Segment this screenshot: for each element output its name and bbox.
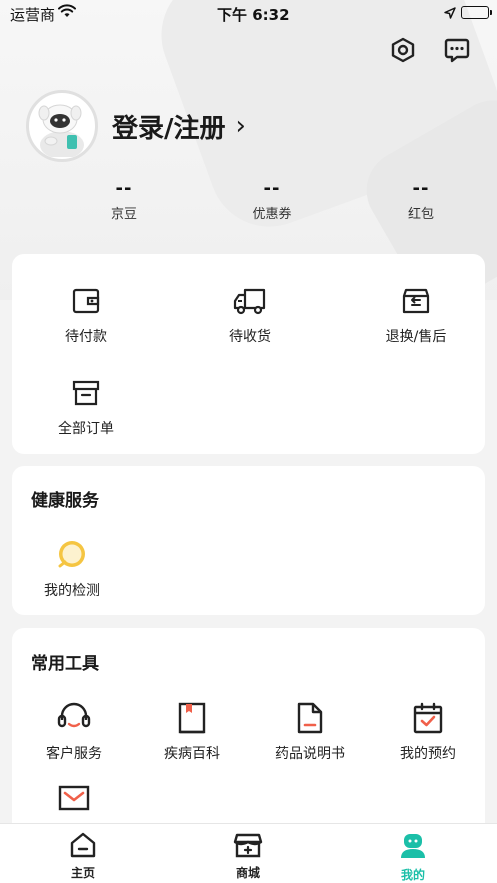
stat-value: --: [263, 178, 281, 199]
order-label: 全部订单: [58, 421, 114, 437]
tab-label: 我的: [400, 868, 425, 882]
tool-disease-encyclopedia[interactable]: 疾病百科: [133, 701, 251, 763]
wifi-icon: [58, 4, 76, 22]
health-item-my-test[interactable]: 我的检测: [13, 538, 131, 600]
tab-shop[interactable]: 商城: [208, 832, 288, 881]
tab-bar: 主页 商城 我的: [0, 823, 497, 883]
truck-icon: [191, 284, 309, 318]
battery-icon: [461, 6, 492, 19]
login-label: 登录/注册: [112, 113, 226, 144]
order-label: 退换/售后: [385, 329, 447, 345]
tools-title: 常用工具: [31, 654, 99, 674]
order-all[interactable]: 全部订单: [27, 376, 145, 438]
stat-redpacket[interactable]: -- 红包: [389, 178, 453, 222]
message-icon[interactable]: [443, 36, 471, 64]
tab-label: 主页: [70, 866, 95, 880]
calendar-check-icon: [369, 701, 487, 735]
tab-mine[interactable]: 我的: [373, 832, 453, 883]
stat-value: --: [412, 178, 430, 199]
order-pending-receipt[interactable]: 待收货: [191, 284, 309, 346]
headset-icon: [15, 701, 133, 735]
order-label: 待收货: [229, 329, 271, 345]
tool-label: 药品说明书: [275, 746, 345, 762]
order-returns[interactable]: 退换/售后: [357, 284, 475, 346]
profile-robot-icon: [401, 834, 425, 858]
tools-card: 常用工具 客户服务 疾病百科 药品说明书 我的预约: [12, 628, 485, 838]
stat-label: 京豆: [110, 207, 137, 222]
book-icon: [133, 701, 251, 735]
settings-hexagon-icon[interactable]: [389, 36, 417, 64]
carrier-label: 运营商: [10, 6, 56, 24]
stat-label: 优惠券: [252, 207, 292, 222]
wallet-icon: [27, 284, 145, 318]
health-title: 健康服务: [31, 491, 99, 511]
tool-label: 客户服务: [46, 746, 102, 762]
header-actions: [389, 36, 471, 64]
search-bubble-icon: [13, 538, 131, 572]
stat-jingdou[interactable]: -- 京豆: [92, 178, 156, 222]
stat-label: 红包: [407, 207, 434, 222]
mail-icon: [15, 781, 133, 815]
tool-label: 我的预约: [400, 746, 456, 762]
health-card: 健康服务 我的检测: [12, 466, 485, 615]
document-icon: [251, 701, 369, 735]
tool-customer-service[interactable]: 客户服务: [15, 701, 133, 763]
home-icon: [70, 832, 96, 858]
tab-label: 商城: [235, 866, 260, 880]
order-label: 待付款: [65, 329, 107, 345]
shop-icon: [233, 833, 263, 858]
archive-box-icon: [27, 376, 145, 410]
return-box-icon: [357, 284, 475, 318]
chevron-right-icon: ›: [235, 111, 246, 141]
tool-drug-instructions[interactable]: 药品说明书: [251, 701, 369, 763]
orders-card: 待付款 待收货 退换/售后 全部订单: [12, 254, 485, 454]
avatar[interactable]: [26, 90, 98, 162]
stat-value: --: [115, 178, 133, 199]
tool-my-appointment[interactable]: 我的预约: [369, 701, 487, 763]
stat-coupon[interactable]: -- 优惠券: [240, 178, 304, 222]
status-bar: 运营商 下午 6:32: [0, 0, 497, 26]
login-register-link[interactable]: 登录/注册 ›: [112, 108, 246, 145]
tool-label: 疾病百科: [164, 746, 220, 762]
status-time: 下午 6:32: [217, 6, 290, 24]
tab-home[interactable]: 主页: [43, 832, 123, 881]
order-pending-payment[interactable]: 待付款: [27, 284, 145, 346]
tool-mail[interactable]: [15, 781, 133, 823]
health-item-label: 我的检测: [44, 583, 100, 599]
location-arrow-icon: [444, 5, 456, 23]
profile-section: 登录/注册 ›: [26, 90, 246, 162]
